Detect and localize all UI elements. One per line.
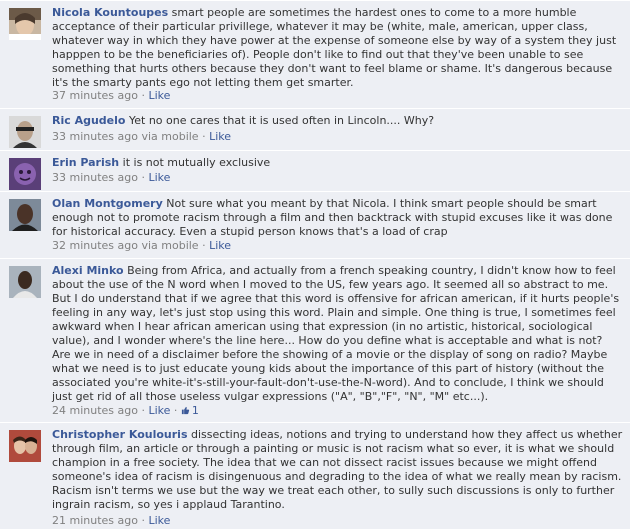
author-name-link[interactable]: Alexi Minko <box>52 264 124 277</box>
timestamp[interactable]: 37 minutes ago <box>52 89 138 102</box>
comment-text-block: Olan Montgomery Not sure what you meant … <box>52 197 624 239</box>
like-link[interactable]: Like <box>209 239 231 252</box>
avatar[interactable] <box>9 158 41 190</box>
meta-separator: · <box>173 404 178 417</box>
comment-meta: 24 minutes ago · Like · 1 <box>52 404 624 418</box>
timestamp[interactable]: 33 minutes ago via mobile <box>52 130 199 143</box>
comment-text-block: Alexi Minko Being from Africa, and actua… <box>52 264 624 404</box>
meta-separator: · <box>141 514 145 527</box>
timestamp[interactable]: 33 minutes ago <box>52 171 138 184</box>
avatar[interactable] <box>9 199 41 231</box>
comment-item: Erin Parish it is not mutually exclusive… <box>0 150 630 191</box>
comment-body: Being from Africa, and actually from a f… <box>52 264 620 403</box>
meta-separator: · <box>202 130 206 143</box>
author-name-link[interactable]: Nicola Kountoupes <box>52 6 168 19</box>
comment-text-block: Erin Parish it is not mutually exclusive <box>52 156 624 170</box>
comment-item: Olan Montgomery Not sure what you meant … <box>0 191 630 258</box>
comment-list: Nicola Kountoupes smart people are somet… <box>0 0 630 529</box>
comment-meta: 21 minutes ago · Like <box>52 514 624 528</box>
author-name-link[interactable]: Erin Parish <box>52 156 119 169</box>
author-name-link[interactable]: Ric Agudelo <box>52 114 125 127</box>
like-count-link[interactable]: 1 <box>181 404 199 417</box>
comment-meta: 32 minutes ago via mobile · Like <box>52 239 624 253</box>
like-link[interactable]: Like <box>148 171 170 184</box>
like-link[interactable]: Like <box>209 130 231 143</box>
author-name-link[interactable]: Olan Montgomery <box>52 197 163 210</box>
comment-item: Ric Agudelo Yet no one cares that it is … <box>0 108 630 150</box>
comment-meta: 33 minutes ago via mobile · Like <box>52 130 624 144</box>
comment-text-block: Ric Agudelo Yet no one cares that it is … <box>52 114 624 128</box>
comment-body: Yet no one cares that it is used often i… <box>128 114 435 127</box>
like-link[interactable]: Like <box>148 404 170 417</box>
meta-separator: · <box>141 171 145 184</box>
like-count: 1 <box>191 404 199 417</box>
like-link[interactable]: Like <box>148 89 170 102</box>
comment-item: Christopher Koulouris dissecting ideas, … <box>0 422 630 529</box>
author-name-link[interactable]: Christopher Koulouris <box>52 428 188 441</box>
like-link[interactable]: Like <box>148 514 170 527</box>
meta-separator: · <box>141 89 145 102</box>
avatar[interactable] <box>9 266 41 298</box>
timestamp[interactable]: 32 minutes ago via mobile <box>52 239 199 252</box>
meta-separator: · <box>141 404 145 417</box>
timestamp[interactable]: 21 minutes ago <box>52 514 138 527</box>
avatar[interactable] <box>9 430 41 462</box>
comment-text-block: Nicola Kountoupes smart people are somet… <box>52 6 624 90</box>
comment-item: Alexi Minko Being from Africa, and actua… <box>0 258 630 422</box>
comment-item: Nicola Kountoupes smart people are somet… <box>0 0 630 108</box>
comment-meta: 37 minutes ago · Like <box>52 89 624 103</box>
meta-separator: · <box>202 239 206 252</box>
avatar[interactable] <box>9 8 41 40</box>
comment-body: it is not mutually exclusive <box>122 156 271 169</box>
thumbs-up-icon <box>181 406 190 415</box>
comment-meta: 33 minutes ago · Like <box>52 171 624 185</box>
comment-text-block: Christopher Koulouris dissecting ideas, … <box>52 428 624 512</box>
avatar[interactable] <box>9 116 41 148</box>
timestamp[interactable]: 24 minutes ago <box>52 404 138 417</box>
